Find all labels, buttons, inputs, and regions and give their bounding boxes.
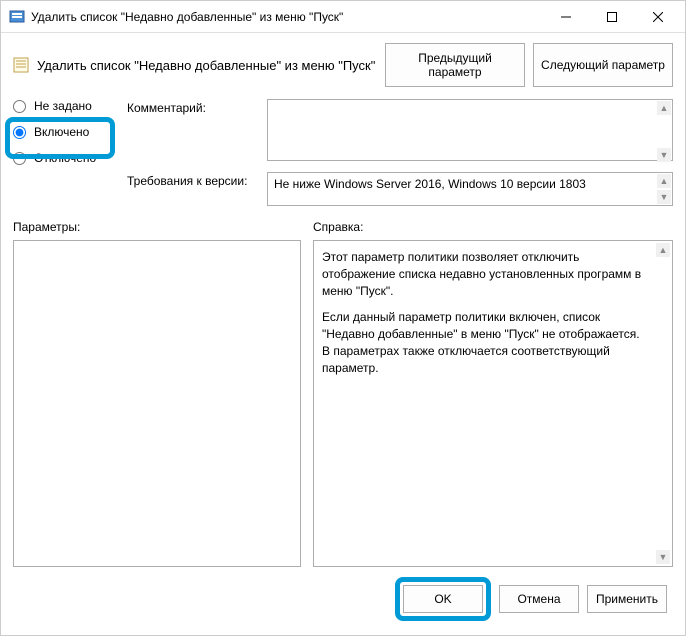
- help-scroll-down[interactable]: ▼: [656, 550, 670, 564]
- version-scroll-down[interactable]: ▼: [657, 190, 671, 204]
- app-icon: [9, 9, 25, 25]
- content-area: Удалить список "Недавно добавленные" из …: [1, 33, 685, 635]
- params-label: Параметры:: [13, 220, 301, 234]
- titlebar: Удалить список "Недавно добавленные" из …: [1, 1, 685, 33]
- radio-disabled-input[interactable]: [13, 152, 26, 165]
- radio-not-configured[interactable]: Не задано: [13, 99, 123, 113]
- close-button[interactable]: [635, 2, 681, 32]
- radio-enabled-label: Включено: [34, 125, 89, 139]
- help-text-p2: Если данный параметр политики включен, с…: [322, 309, 650, 376]
- comment-scroll-up[interactable]: ▲: [657, 101, 671, 115]
- params-panel: [13, 240, 301, 567]
- apply-button[interactable]: Применить: [587, 585, 667, 613]
- version-label: Требования к версии:: [127, 172, 257, 188]
- minimize-button[interactable]: [543, 2, 589, 32]
- version-textbox: Не ниже Windows Server 2016, Windows 10 …: [267, 172, 673, 206]
- radio-not-configured-label: Не задано: [34, 99, 92, 113]
- help-label: Справка:: [313, 220, 673, 234]
- footer: OK Отмена Применить: [13, 567, 673, 629]
- radio-enabled-input[interactable]: [13, 126, 26, 139]
- next-setting-button[interactable]: Следующий параметр: [533, 43, 673, 87]
- ok-highlight: OK: [395, 577, 491, 621]
- header-row: Удалить список "Недавно добавленные" из …: [13, 43, 673, 87]
- comment-label: Комментарий:: [127, 99, 257, 115]
- comment-textarea[interactable]: [267, 99, 673, 161]
- radio-disabled[interactable]: Отключено: [13, 151, 123, 165]
- ok-button[interactable]: OK: [403, 585, 483, 613]
- policy-icon: [13, 57, 29, 73]
- state-radio-group: Не задано Включено Отключено: [13, 99, 123, 165]
- previous-setting-button[interactable]: Предыдущий параметр: [385, 43, 525, 87]
- policy-editor-window: Удалить список "Недавно добавленные" из …: [0, 0, 686, 636]
- version-scroll-up[interactable]: ▲: [657, 174, 671, 188]
- version-value: Не ниже Windows Server 2016, Windows 10 …: [274, 177, 586, 191]
- cancel-button[interactable]: Отмена: [499, 585, 579, 613]
- radio-not-configured-input[interactable]: [13, 100, 26, 113]
- window-title: Удалить список "Недавно добавленные" из …: [31, 10, 543, 24]
- help-panel: ▲ ▼ Этот параметр политики позволяет отк…: [313, 240, 673, 567]
- maximize-button[interactable]: [589, 2, 635, 32]
- radio-disabled-label: Отключено: [34, 151, 96, 165]
- help-scroll-up[interactable]: ▲: [656, 243, 670, 257]
- comment-scroll-down[interactable]: ▼: [657, 148, 671, 162]
- policy-title: Удалить список "Недавно добавленные" из …: [37, 58, 377, 73]
- radio-enabled[interactable]: Включено: [13, 125, 123, 139]
- help-text-p1: Этот параметр политики позволяет отключи…: [322, 249, 650, 299]
